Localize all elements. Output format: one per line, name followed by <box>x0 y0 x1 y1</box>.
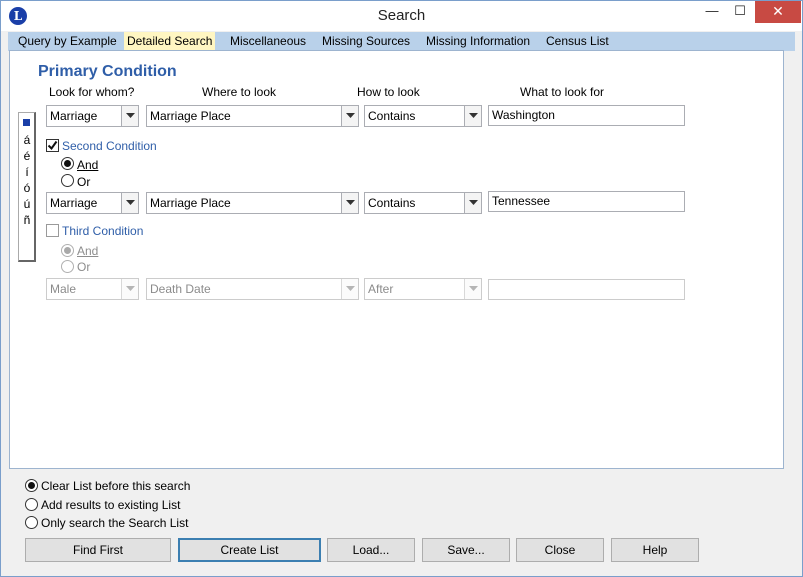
col-header-what-to-look-for: What to look for <box>520 85 605 99</box>
second-condition-checkbox[interactable] <box>46 139 59 152</box>
third-condition-label: Third Condition <box>62 224 144 238</box>
chevron-down-icon <box>464 279 481 299</box>
second-where-select[interactable]: Marriage Place <box>146 192 359 214</box>
third-and-label: And <box>77 244 99 258</box>
second-what-input[interactable]: Tennessee <box>488 191 685 212</box>
second-or-label: Or <box>77 175 91 189</box>
primary-how-select[interactable]: Contains <box>364 105 482 127</box>
third-where-select[interactable]: Death Date <box>146 278 359 300</box>
chevron-down-icon <box>121 193 138 213</box>
checkmark-icon <box>47 140 58 151</box>
second-whom-value: Marriage <box>50 196 98 210</box>
only-search-list-radio[interactable] <box>25 516 38 529</box>
chevron-down-icon <box>341 106 358 126</box>
char-i-acute[interactable]: í <box>19 165 35 179</box>
col-header-how-to-look: How to look <box>357 85 420 99</box>
chevron-down-icon <box>464 106 481 126</box>
third-whom-select[interactable]: Male <box>46 278 139 300</box>
third-where-value: Death Date <box>150 282 211 296</box>
add-results-radio[interactable] <box>25 498 38 511</box>
second-and-label: And <box>77 158 99 172</box>
tab-miscellaneous[interactable]: Miscellaneous <box>227 32 309 51</box>
title-bar[interactable]: L Search — ☐ ✕ <box>1 1 802 31</box>
char-a-acute[interactable]: á <box>19 133 35 147</box>
primary-condition-heading: Primary Condition <box>38 63 177 80</box>
second-what-value: Tennessee <box>492 194 551 208</box>
third-what-input[interactable] <box>488 279 685 300</box>
window-title: Search <box>377 7 426 24</box>
second-how-select[interactable]: Contains <box>364 192 482 214</box>
minimize-button[interactable]: — <box>698 1 726 23</box>
chevron-down-icon <box>121 279 138 299</box>
tab-missing-sources[interactable]: Missing Sources <box>319 32 413 51</box>
clear-list-radio[interactable] <box>25 479 38 492</box>
primary-what-input[interactable]: Washington <box>488 105 685 126</box>
primary-where-select[interactable]: Marriage Place <box>146 105 359 127</box>
second-and-radio[interactable] <box>61 157 74 170</box>
chevron-down-icon <box>121 106 138 126</box>
third-whom-value: Male <box>50 282 77 296</box>
find-first-button[interactable]: Find First <box>25 538 171 562</box>
close-window-button[interactable]: ✕ <box>755 1 801 23</box>
load-button[interactable]: Load... <box>327 538 415 562</box>
special-characters-panel: á é í ó ú ñ <box>18 112 36 262</box>
third-or-label: Or <box>77 260 91 274</box>
primary-whom-select[interactable]: Marriage <box>46 105 139 127</box>
char-n-tilde[interactable]: ñ <box>19 213 35 227</box>
maximize-button[interactable]: ☐ <box>726 1 754 23</box>
col-header-look-for-whom: Look for whom? <box>49 85 135 99</box>
third-how-select[interactable]: After <box>364 278 482 300</box>
char-u-acute[interactable]: ú <box>19 197 35 211</box>
search-window: L Search — ☐ ✕ Query by Example Detailed… <box>0 0 803 577</box>
primary-how-value: Contains <box>368 109 416 123</box>
second-or-radio[interactable] <box>61 174 74 187</box>
tab-census-list[interactable]: Census List <box>543 32 612 51</box>
tab-missing-information[interactable]: Missing Information <box>423 32 533 51</box>
second-condition-label: Second Condition <box>62 139 157 153</box>
second-whom-select[interactable]: Marriage <box>46 192 139 214</box>
third-and-radio[interactable] <box>61 244 74 257</box>
third-how-value: After <box>368 282 394 296</box>
close-button[interactable]: Close <box>516 538 604 562</box>
third-condition-checkbox[interactable] <box>46 224 59 237</box>
col-header-where-to-look: Where to look <box>202 85 277 99</box>
clear-list-label: Clear List before this search <box>41 479 191 493</box>
tab-bar: Query by Example Detailed Search Miscell… <box>8 32 795 51</box>
only-search-list-label: Only search the Search List <box>41 516 189 530</box>
chevron-down-icon <box>341 193 358 213</box>
add-results-label: Add results to existing List <box>41 498 181 512</box>
char-o-acute[interactable]: ó <box>19 181 35 195</box>
create-list-button[interactable]: Create List <box>178 538 321 562</box>
chevron-down-icon <box>341 279 358 299</box>
primary-where-value: Marriage Place <box>150 109 231 123</box>
tab-detailed-search[interactable]: Detailed Search <box>124 32 216 51</box>
help-button[interactable]: Help <box>611 538 699 562</box>
panel-marker-icon <box>23 119 30 126</box>
tab-query-by-example[interactable]: Query by Example <box>15 32 120 51</box>
second-where-value: Marriage Place <box>150 196 231 210</box>
second-how-value: Contains <box>368 196 416 210</box>
chevron-down-icon <box>464 193 481 213</box>
third-or-radio[interactable] <box>61 260 74 273</box>
char-e-acute[interactable]: é <box>19 149 35 163</box>
primary-whom-value: Marriage <box>50 109 98 123</box>
primary-what-value: Washington <box>492 108 555 122</box>
save-button[interactable]: Save... <box>422 538 510 562</box>
